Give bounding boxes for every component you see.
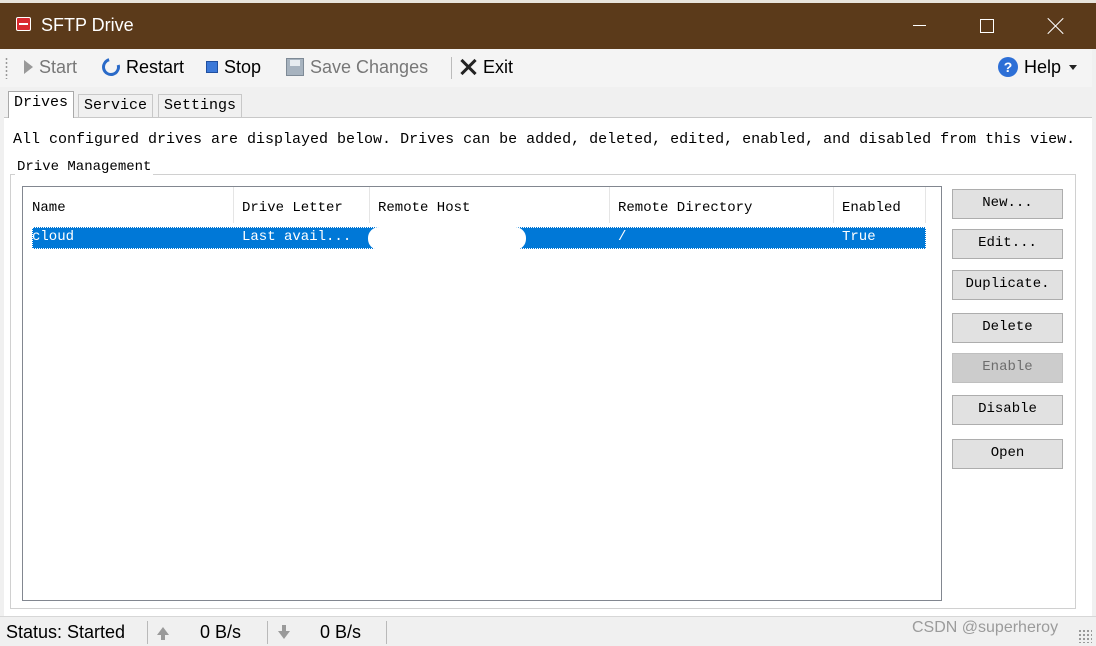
resize-grip-icon[interactable] <box>1078 629 1092 643</box>
save-changes-button[interactable]: Save Changes <box>286 55 428 79</box>
upload-arrow-icon <box>157 627 169 640</box>
cell-remote-directory: / <box>618 229 627 245</box>
tab-settings[interactable]: Settings <box>158 94 243 118</box>
toolbar-separator <box>451 57 452 79</box>
column-divider[interactable] <box>369 187 370 223</box>
status-separator <box>147 621 148 644</box>
maximize-icon <box>980 18 994 33</box>
toolbar: Start Restart Stop Save Changes Exit ? H… <box>0 49 1096 87</box>
stop-button[interactable]: Stop <box>206 55 261 79</box>
duplicate-button[interactable]: Duplicate. <box>952 270 1063 300</box>
status-separator <box>386 621 387 644</box>
drives-list[interactable]: Name Drive Letter Remote Host Remote Dir… <box>22 186 942 601</box>
restart-icon <box>98 54 124 80</box>
column-divider[interactable] <box>925 187 926 223</box>
status-bar: Status: Started 0 B/s 0 B/s CSDN @superh… <box>0 616 1096 646</box>
download-rate: 0 B/s <box>320 622 362 642</box>
sftp-app-icon <box>16 17 31 31</box>
column-header-remote-host[interactable]: Remote Host <box>372 197 470 221</box>
exit-icon <box>459 58 477 76</box>
column-divider[interactable] <box>833 187 834 223</box>
cell-name: cloud <box>32 229 75 245</box>
cell-enabled: True <box>842 229 876 245</box>
stop-icon <box>206 61 218 73</box>
edit-button[interactable]: Edit... <box>952 229 1063 259</box>
help-label: Help <box>1024 56 1062 77</box>
stop-label: Stop <box>224 56 262 77</box>
close-button[interactable] <box>1027 3 1085 48</box>
play-icon <box>24 60 33 74</box>
window-title: SFTP Drive <box>41 15 134 35</box>
column-header-name[interactable]: Name <box>26 197 66 221</box>
column-header-enabled[interactable]: Enabled <box>836 197 901 221</box>
drive-management-title: Drive Management <box>15 159 154 175</box>
toolbar-grip-icon[interactable] <box>5 57 8 79</box>
restart-button[interactable]: Restart <box>98 54 185 80</box>
watermark: CSDN @superheroy <box>912 619 1059 636</box>
exit-label: Exit <box>483 56 514 77</box>
help-button[interactable]: ? Help <box>998 55 1078 79</box>
minimize-button[interactable] <box>890 3 948 48</box>
column-divider[interactable] <box>609 187 610 223</box>
open-button[interactable]: Open <box>952 439 1063 469</box>
title-bar[interactable]: SFTP Drive <box>0 0 1096 49</box>
redacted-remote-host <box>368 227 526 250</box>
cell-drive-letter: Last avail... <box>242 229 352 245</box>
download-arrow-icon <box>278 625 290 639</box>
drives-panel: All configured drives are displayed belo… <box>4 117 1092 616</box>
restart-label: Restart <box>126 56 185 77</box>
start-button[interactable]: Start <box>20 55 77 79</box>
window-edge <box>1092 49 1096 646</box>
column-divider[interactable] <box>233 187 234 223</box>
tab-service[interactable]: Service <box>78 94 154 118</box>
delete-button[interactable]: Delete <box>952 313 1063 343</box>
start-label: Start <box>39 56 78 77</box>
save-changes-label: Save Changes <box>310 56 429 77</box>
help-icon: ? <box>998 57 1018 77</box>
maximize-button[interactable] <box>958 3 1016 48</box>
column-header-drive-letter[interactable]: Drive Letter <box>236 197 343 221</box>
disable-button[interactable]: Disable <box>952 395 1063 425</box>
chevron-down-icon <box>1069 64 1078 70</box>
upload-rate: 0 B/s <box>200 622 242 642</box>
save-icon <box>286 58 304 76</box>
enable-button[interactable]: Enable <box>952 353 1063 383</box>
tab-drives[interactable]: Drives <box>8 91 75 118</box>
close-icon <box>1047 17 1065 35</box>
drives-description: All configured drives are displayed belo… <box>13 131 1076 148</box>
status-text: Status: Started <box>6 622 126 642</box>
exit-button[interactable]: Exit <box>459 55 513 79</box>
minimize-icon <box>912 25 926 26</box>
column-header-remote-directory[interactable]: Remote Directory <box>612 197 752 221</box>
status-separator <box>267 621 268 644</box>
new-button[interactable]: New... <box>952 189 1063 219</box>
